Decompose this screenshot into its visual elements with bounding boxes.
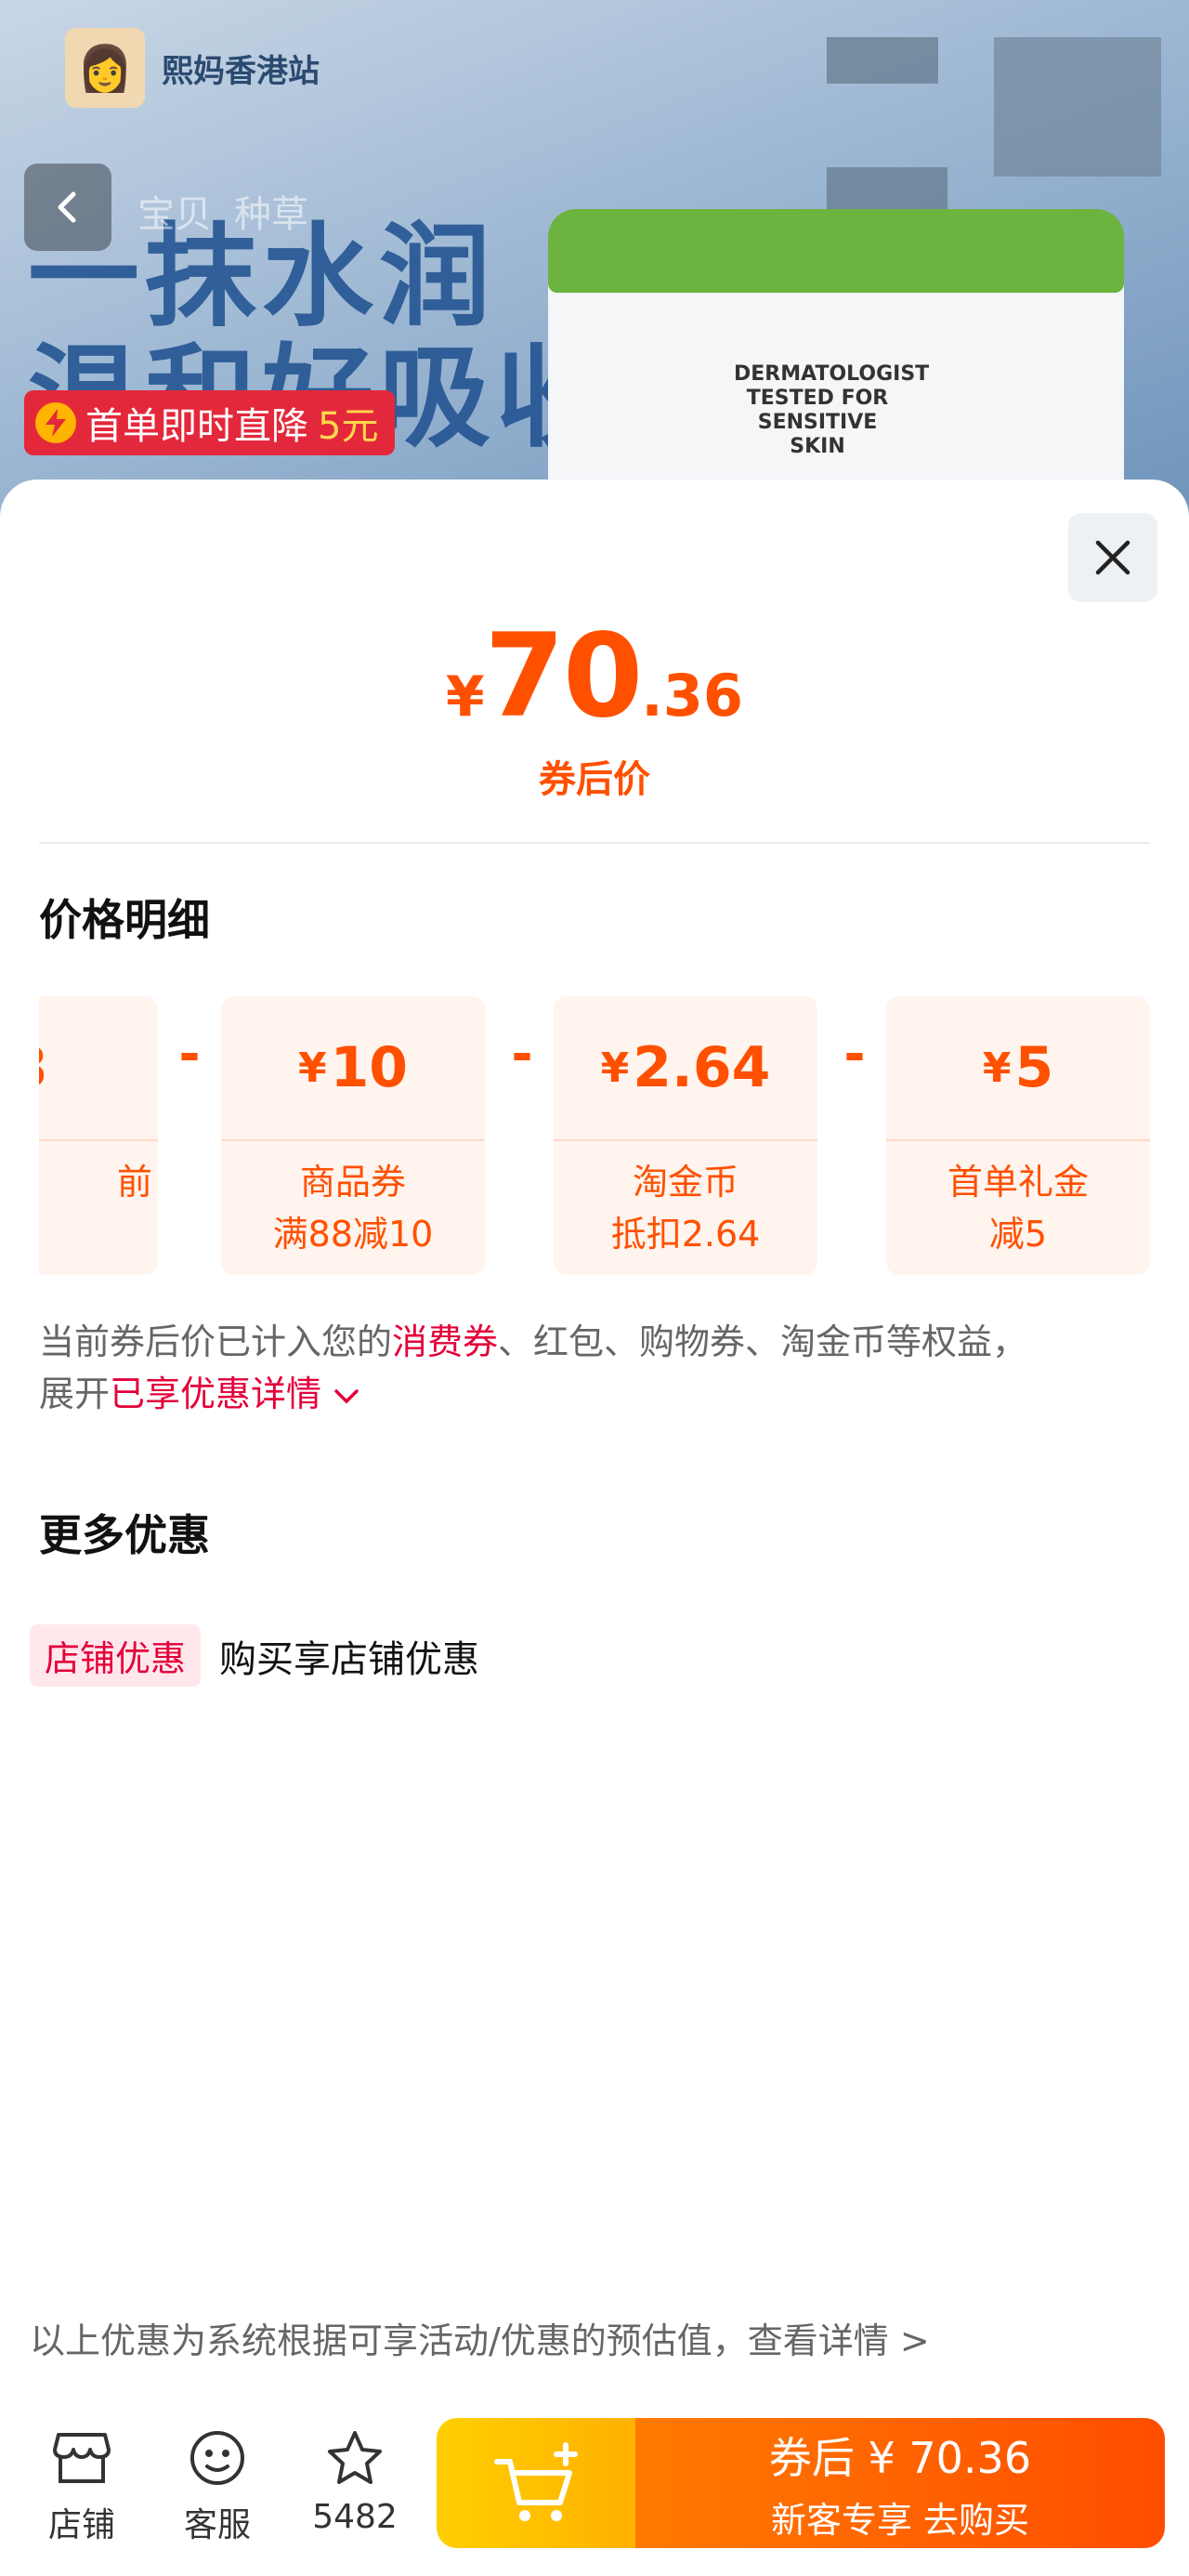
tab-seed[interactable]: 种草 (234, 184, 308, 238)
breakdown-card-original: 8 前 (39, 996, 158, 1275)
add-to-cart-button[interactable] (437, 2418, 635, 2548)
breakdown-card-coupon: ¥10 商品券 满88减10 (221, 996, 485, 1275)
final-price: ¥70.36 (0, 610, 1189, 743)
mosaic-block (827, 37, 938, 84)
star-icon (328, 2431, 382, 2484)
card-amount: 2.64 (633, 1035, 771, 1100)
favorite-button[interactable]: 5482 (299, 2429, 411, 2536)
customer-service-button[interactable]: 客服 (162, 2429, 273, 2546)
bottom-action-bar: 店铺 客服 5482 券后 ¥ 70.36 新客专享 去购买 (0, 2392, 1189, 2576)
close-icon (1095, 540, 1130, 575)
jar-label: DERMATOLOGIST TESTED FOR SENSITIVE SKIN (734, 362, 930, 458)
breakdown-title: 价格明细 (39, 895, 210, 945)
breakdown-card-taojinbi: ¥2.64 淘金币 抵扣2.64 (554, 996, 817, 1275)
price-breakdown-cards[interactable]: 8 前 - ¥10 商品券 满88减10 - ¥2.64 淘金币 抵扣2.64 … (39, 996, 1150, 1275)
back-button[interactable] (24, 164, 111, 251)
card-desc-2: 抵扣2.64 (610, 1214, 761, 1255)
store-icon (53, 2433, 111, 2483)
estimate-disclaimer-link[interactable]: 以上优惠为系统根据可享活动/优惠的预估值，查看详情 > (30, 2312, 930, 2363)
promo-text: 首单即时直降 (85, 405, 308, 448)
discount-details-toggle[interactable]: 已享优惠详情 (110, 1373, 321, 1414)
tab-item[interactable]: 宝贝 (137, 184, 212, 238)
card-desc-1: 商品券 (299, 1162, 406, 1203)
chat-face-icon (190, 2431, 244, 2485)
card-currency: ¥ (982, 1044, 1012, 1092)
store-label: 店铺 (47, 2506, 115, 2544)
service-label: 客服 (183, 2506, 251, 2544)
shop-name: 熙妈香港站 (162, 52, 320, 90)
card-amount: 5 (1014, 1035, 1054, 1100)
shop-header[interactable]: 👩 熙妈香港站 (65, 28, 320, 108)
chevron-down-icon[interactable] (333, 1387, 360, 1406)
card-amount: 10 (330, 1035, 409, 1100)
price-decimal: .36 (641, 662, 744, 729)
consumption-coupon-link[interactable]: 消费券 (392, 1321, 498, 1362)
chevron-left-icon (58, 191, 76, 223)
close-button[interactable] (1068, 513, 1157, 602)
card-desc-2: 减5 (988, 1214, 1048, 1255)
breakdown-card-first-order: ¥5 首单礼金 减5 (886, 996, 1150, 1275)
card-desc-1: 淘金币 (632, 1162, 738, 1203)
store-discount-text: 购买享店铺优惠 (219, 1637, 480, 1681)
card-currency: ¥ (600, 1044, 630, 1092)
cart-add-icon (494, 2442, 578, 2521)
buy-button[interactable]: 券后 ¥ 70.36 新客专享 去购买 (437, 2418, 1165, 2548)
card-desc-2: 满88减10 (272, 1214, 434, 1255)
favorite-count: 5482 (312, 2498, 398, 2536)
product-nav-tabs: 宝贝 种草 (137, 184, 308, 238)
lightning-icon (35, 402, 76, 443)
card-desc-1: 首单礼金 (947, 1162, 1089, 1203)
product-jar-lid (548, 209, 1124, 293)
minus-sign: - (178, 1024, 201, 1084)
buy-now-button[interactable]: 券后 ¥ 70.36 新客专享 去购买 (635, 2418, 1165, 2548)
mosaic-block (994, 37, 1161, 177)
card-currency: ¥ (297, 1044, 327, 1092)
price-note: 当前券后价已计入您的消费券、红包、购物券、淘金币等权益， 展开已享优惠详情 (39, 1316, 1154, 1420)
price-integer: 70 (484, 610, 644, 743)
first-order-promo-badge: 首单即时直降 5元 (24, 390, 396, 455)
buy-subtitle: 新客专享 去购买 (770, 2499, 1030, 2541)
price-label: 券后价 (539, 758, 650, 801)
price-detail-sheet: ¥70.36 券后价 价格明细 8 前 - ¥10 商品券 满88减10 - ¥… (0, 480, 1189, 2576)
store-discount-tag: 店铺优惠 (30, 1624, 202, 1687)
divider (39, 842, 1150, 844)
note-text: 、红包、购物券、淘金币等权益， (498, 1321, 1028, 1362)
buy-price-line: 券后 ¥ 70.36 (768, 2432, 1032, 2483)
minus-sign: - (511, 1024, 533, 1084)
store-discount-row[interactable]: 店铺优惠 购买享店铺优惠 (30, 1624, 479, 1687)
store-button[interactable]: 店铺 (26, 2429, 137, 2546)
card-amount: 8 (39, 1035, 47, 1100)
shop-avatar: 👩 (65, 28, 145, 108)
price-currency: ¥ (445, 664, 485, 729)
product-page-backdrop: 一抹水润 温和好吸收 DERMATOLOGIST TESTED FOR SENS… (0, 0, 1189, 520)
card-desc-1: 前 (116, 1162, 152, 1203)
minus-sign: - (843, 1024, 866, 1084)
note-text: 展开 (39, 1373, 111, 1414)
note-text: 当前券后价已计入您的 (39, 1321, 393, 1362)
promo-amount: 5元 (318, 405, 379, 448)
more-discounts-title: 更多优惠 (39, 1510, 210, 1560)
